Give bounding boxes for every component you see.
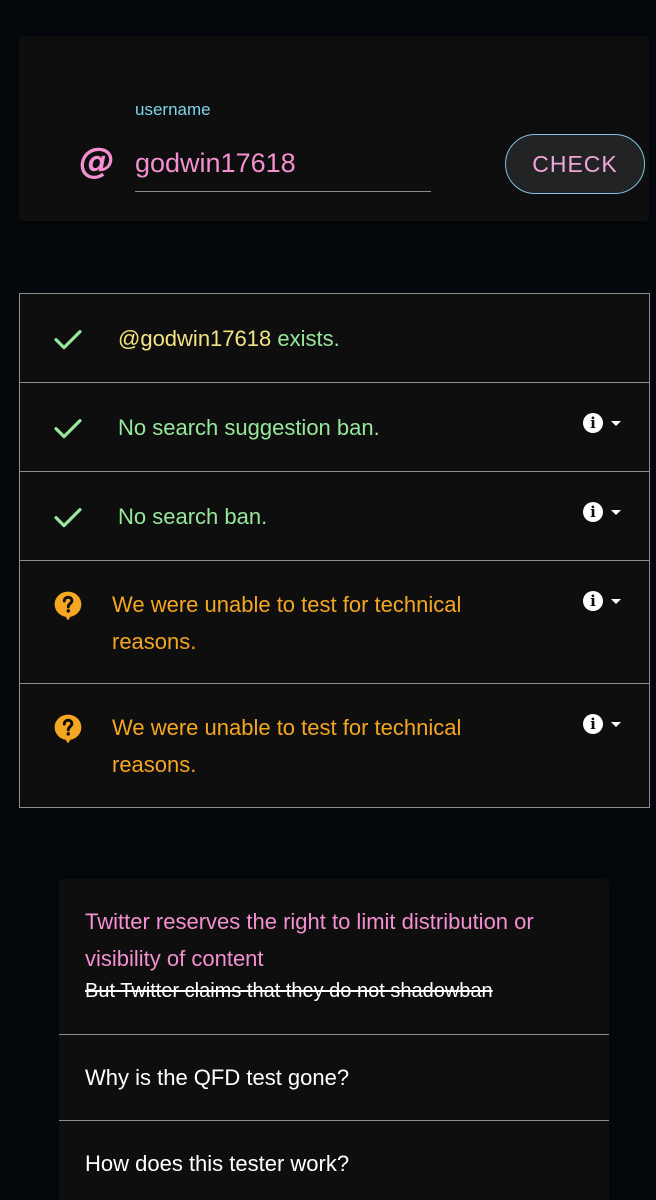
info-icon[interactable]: i: [583, 502, 603, 522]
faq-item-title: Why is the QFD test gone?: [85, 1064, 350, 1090]
results-list: @godwin17618 exists. No search suggestio…: [19, 293, 650, 808]
info-icon[interactable]: i: [583, 591, 603, 611]
faq-item-qfd[interactable]: Why is the QFD test gone?: [59, 1035, 609, 1121]
result-text: @godwin17618 exists.: [118, 320, 340, 357]
faq-item-how-it-works[interactable]: How does this tester work?: [59, 1121, 609, 1200]
result-text: No search suggestion ban.: [118, 415, 380, 440]
page: @ username CHECK @godwin17618 exists. No…: [0, 0, 656, 1200]
info-icon[interactable]: i: [583, 714, 603, 734]
caret-down-icon[interactable]: [611, 721, 621, 727]
result-text: We were unable to test for technical rea…: [112, 592, 462, 654]
result-text-suffix: exists.: [271, 326, 340, 351]
caret-down-icon[interactable]: [611, 420, 621, 426]
check-icon: [54, 419, 82, 439]
at-sign-icon: @: [79, 141, 115, 182]
result-row-search-suggestion: No search suggestion ban. i: [20, 383, 649, 472]
result-text: No search ban.: [118, 504, 268, 529]
result-text: We were unable to test for technical rea…: [112, 715, 462, 777]
result-row-unknown-2: We were unable to test for technical rea…: [20, 684, 649, 807]
details-toggle[interactable]: i: [583, 413, 621, 433]
caret-down-icon[interactable]: [611, 598, 621, 604]
username-label: username: [135, 100, 211, 119]
username-card: @ username CHECK: [19, 36, 649, 221]
faq-item-subtitle: But Twitter claims that they do not shad…: [85, 980, 493, 1002]
faq-item-title: Twitter reserves the right to limit dist…: [85, 909, 534, 971]
details-toggle[interactable]: i: [583, 591, 621, 611]
question-bubble-icon: [54, 591, 82, 621]
result-handle: @godwin17618: [118, 326, 272, 351]
question-bubble-icon: [54, 714, 82, 744]
check-button[interactable]: CHECK: [505, 134, 645, 194]
check-icon: [54, 508, 82, 528]
details-toggle[interactable]: i: [583, 714, 621, 734]
caret-down-icon[interactable]: [611, 509, 621, 515]
faq-accordion: Twitter reserves the right to limit dist…: [59, 879, 609, 1200]
details-toggle[interactable]: i: [583, 502, 621, 522]
result-row-unknown-1: We were unable to test for technical rea…: [20, 561, 649, 684]
faq-item-distribution[interactable]: Twitter reserves the right to limit dist…: [59, 879, 609, 1035]
info-icon[interactable]: i: [583, 413, 603, 433]
faq-item-title: How does this tester work?: [85, 1151, 350, 1176]
result-row-search-ban: No search ban. i: [20, 472, 649, 561]
result-row-exists: @godwin17618 exists.: [20, 294, 649, 383]
check-icon: [54, 330, 82, 350]
username-input[interactable]: [135, 136, 431, 192]
